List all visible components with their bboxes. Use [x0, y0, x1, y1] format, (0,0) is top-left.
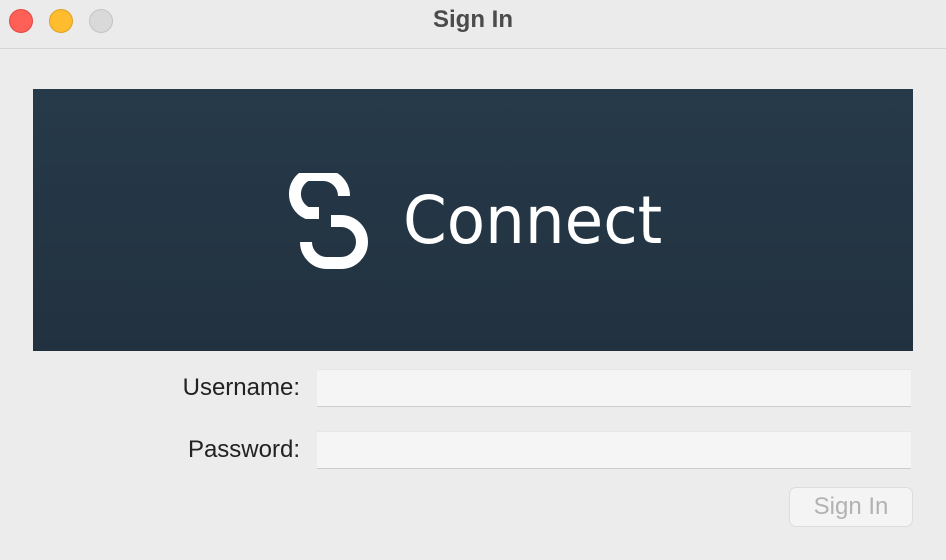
username-label: Username: — [182, 374, 300, 401]
password-label: Password: — [187, 436, 300, 463]
password-field[interactable] — [317, 431, 911, 469]
connect-logo-icon — [289, 173, 368, 269]
username-field[interactable] — [317, 369, 911, 407]
title-bar: Sign In — [0, 0, 946, 49]
brand-banner: Connect — [33, 89, 913, 351]
sign-in-window: Sign In Connect Username: Password: Sign… — [0, 0, 946, 560]
sign-in-button[interactable]: Sign In — [789, 487, 913, 527]
window-title: Sign In — [433, 6, 513, 33]
brand-name: Connect — [403, 182, 663, 259]
